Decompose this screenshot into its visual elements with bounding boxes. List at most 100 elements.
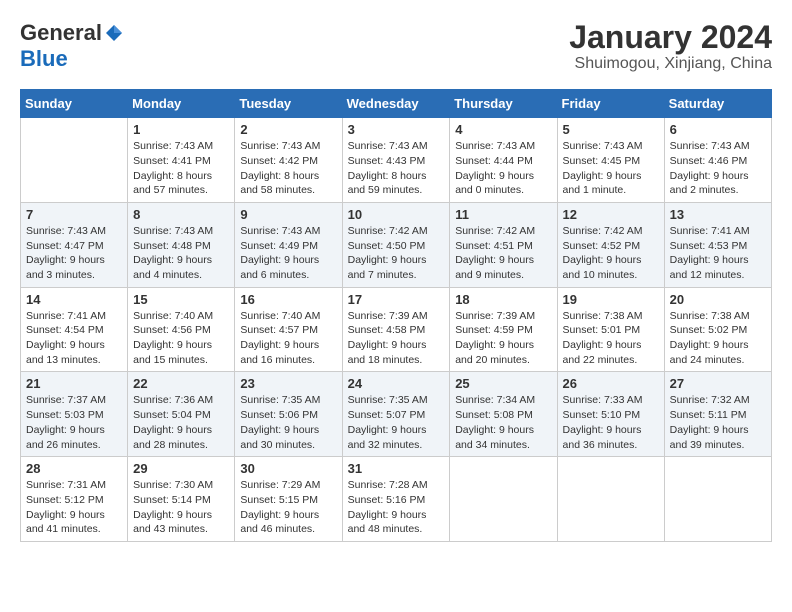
day-of-week-header: Saturday <box>664 90 771 118</box>
location-subtitle: Shuimogou, Xinjiang, China <box>569 55 772 73</box>
day-number: 17 <box>348 292 445 307</box>
calendar-cell: 12Sunrise: 7:42 AMSunset: 4:52 PMDayligh… <box>557 202 664 287</box>
day-info: Sunrise: 7:43 AMSunset: 4:48 PMDaylight:… <box>133 224 229 283</box>
calendar-header-row: SundayMondayTuesdayWednesdayThursdayFrid… <box>21 90 772 118</box>
day-number: 13 <box>670 207 766 222</box>
day-number: 27 <box>670 376 766 391</box>
calendar-cell: 9Sunrise: 7:43 AMSunset: 4:49 PMDaylight… <box>235 202 342 287</box>
month-year-title: January 2024 <box>569 20 772 55</box>
day-number: 5 <box>563 122 659 137</box>
calendar-cell: 21 Sunrise: 7:37 AMSunset: 5:03 PMDayligh… <box>21 372 128 457</box>
calendar-cell: 22Sunrise: 7:36 AMSunset: 5:04 PMDayligh… <box>128 372 235 457</box>
day-info: Sunrise: 7:41 AMSunset: 4:53 PMDaylight:… <box>670 224 766 283</box>
day-number: 4 <box>455 122 551 137</box>
logo: General Blue <box>20 20 124 72</box>
day-number: 15 <box>133 292 229 307</box>
day-number: 30 <box>240 461 336 476</box>
day-info: Sunrise: 7:38 AMSunset: 5:02 PMDaylight:… <box>670 309 766 368</box>
calendar-cell: 7Sunrise: 7:43 AMSunset: 4:47 PMDaylight… <box>21 202 128 287</box>
calendar-week-row: 21 Sunrise: 7:37 AMSunset: 5:03 PMDayligh… <box>21 372 772 457</box>
calendar-table: SundayMondayTuesdayWednesdayThursdayFrid… <box>20 89 772 542</box>
day-of-week-header: Monday <box>128 90 235 118</box>
day-info: Sunrise: 7:38 AMSunset: 5:01 PMDaylight:… <box>563 309 659 368</box>
calendar-cell: 18 Sunrise: 7:39 AMSunset: 4:59 PMDayligh… <box>450 287 557 372</box>
calendar-cell: 13 Sunrise: 7:41 AMSunset: 4:53 PMDayligh… <box>664 202 771 287</box>
calendar-cell: 25 Sunrise: 7:34 AMSunset: 5:08 PMDayligh… <box>450 372 557 457</box>
logo-general-text: General <box>20 20 102 46</box>
calendar-cell: 26Sunrise: 7:33 AMSunset: 5:10 PMDayligh… <box>557 372 664 457</box>
day-info: Sunrise: 7:43 AMSunset: 4:42 PMDaylight:… <box>240 139 336 198</box>
day-number: 31 <box>348 461 445 476</box>
day-info: Sunrise: 7:31 AMSunset: 5:12 PMDaylight:… <box>26 478 122 537</box>
calendar-cell: 2 Sunrise: 7:43 AMSunset: 4:42 PMDaylight… <box>235 118 342 203</box>
day-number: 10 <box>348 207 445 222</box>
day-of-week-header: Wednesday <box>342 90 450 118</box>
day-number: 21 <box>26 376 122 391</box>
day-info: Sunrise: 7:28 AMSunset: 5:16 PMDaylight:… <box>348 478 445 537</box>
day-info: Sunrise: 7:43 AMSunset: 4:47 PMDaylight:… <box>26 224 122 283</box>
day-info: Sunrise: 7:35 AMSunset: 5:06 PMDaylight:… <box>240 393 336 452</box>
calendar-week-row: 14Sunrise: 7:41 AMSunset: 4:54 PMDayligh… <box>21 287 772 372</box>
logo-icon <box>104 23 124 43</box>
calendar-week-row: 7Sunrise: 7:43 AMSunset: 4:47 PMDaylight… <box>21 202 772 287</box>
day-info: Sunrise: 7:32 AMSunset: 5:11 PMDaylight:… <box>670 393 766 452</box>
day-number: 19 <box>563 292 659 307</box>
day-of-week-header: Thursday <box>450 90 557 118</box>
day-info: Sunrise: 7:39 AMSunset: 4:59 PMDaylight:… <box>455 309 551 368</box>
day-number: 28 <box>26 461 122 476</box>
calendar-cell: 30Sunrise: 7:29 AMSunset: 5:15 PMDayligh… <box>235 457 342 542</box>
day-info: Sunrise: 7:43 AMSunset: 4:45 PMDaylight:… <box>563 139 659 198</box>
calendar-cell <box>557 457 664 542</box>
day-info: Sunrise: 7:42 AMSunset: 4:52 PMDaylight:… <box>563 224 659 283</box>
day-info: Sunrise: 7:34 AMSunset: 5:08 PMDaylight:… <box>455 393 551 452</box>
day-number: 22 <box>133 376 229 391</box>
day-info: Sunrise: 7:42 AMSunset: 4:51 PMDaylight:… <box>455 224 551 283</box>
day-of-week-header: Friday <box>557 90 664 118</box>
calendar-cell <box>21 118 128 203</box>
calendar-cell: 23 Sunrise: 7:35 AMSunset: 5:06 PMDayligh… <box>235 372 342 457</box>
day-number: 16 <box>240 292 336 307</box>
day-info: Sunrise: 7:42 AMSunset: 4:50 PMDaylight:… <box>348 224 445 283</box>
day-number: 23 <box>240 376 336 391</box>
calendar-cell: 17 Sunrise: 7:39 AMSunset: 4:58 PMDayligh… <box>342 287 450 372</box>
day-info: Sunrise: 7:43 AMSunset: 4:44 PMDaylight:… <box>455 139 551 198</box>
day-info: Sunrise: 7:40 AMSunset: 4:56 PMDaylight:… <box>133 309 229 368</box>
day-number: 2 <box>240 122 336 137</box>
calendar-cell: 19 Sunrise: 7:38 AMSunset: 5:01 PMDayligh… <box>557 287 664 372</box>
calendar-cell: 8 Sunrise: 7:43 AMSunset: 4:48 PMDaylight… <box>128 202 235 287</box>
calendar-cell: 16 Sunrise: 7:40 AMSunset: 4:57 PMDayligh… <box>235 287 342 372</box>
day-number: 25 <box>455 376 551 391</box>
day-info: Sunrise: 7:33 AMSunset: 5:10 PMDaylight:… <box>563 393 659 452</box>
day-number: 3 <box>348 122 445 137</box>
calendar-cell <box>664 457 771 542</box>
day-number: 6 <box>670 122 766 137</box>
calendar-cell: 20 Sunrise: 7:38 AMSunset: 5:02 PMDayligh… <box>664 287 771 372</box>
day-info: Sunrise: 7:37 AMSunset: 5:03 PMDaylight:… <box>26 393 122 452</box>
calendar-week-row: 28 Sunrise: 7:31 AMSunset: 5:12 PMDayligh… <box>21 457 772 542</box>
day-number: 18 <box>455 292 551 307</box>
day-info: Sunrise: 7:30 AMSunset: 5:14 PMDaylight:… <box>133 478 229 537</box>
calendar-cell: 4 Sunrise: 7:43 AMSunset: 4:44 PMDaylight… <box>450 118 557 203</box>
day-number: 20 <box>670 292 766 307</box>
day-info: Sunrise: 7:39 AMSunset: 4:58 PMDaylight:… <box>348 309 445 368</box>
day-info: Sunrise: 7:40 AMSunset: 4:57 PMDaylight:… <box>240 309 336 368</box>
day-number: 8 <box>133 207 229 222</box>
calendar-cell: 29 Sunrise: 7:30 AMSunset: 5:14 PMDayligh… <box>128 457 235 542</box>
calendar-cell: 11 Sunrise: 7:42 AMSunset: 4:51 PMDayligh… <box>450 202 557 287</box>
calendar-cell <box>450 457 557 542</box>
day-info: Sunrise: 7:43 AMSunset: 4:41 PMDaylight:… <box>133 139 229 198</box>
calendar-cell: 27 Sunrise: 7:32 AMSunset: 5:11 PMDayligh… <box>664 372 771 457</box>
calendar-cell: 10 Sunrise: 7:42 AMSunset: 4:50 PMDayligh… <box>342 202 450 287</box>
day-number: 11 <box>455 207 551 222</box>
calendar-cell: 28 Sunrise: 7:31 AMSunset: 5:12 PMDayligh… <box>21 457 128 542</box>
logo-blue-text: Blue <box>20 46 68 72</box>
day-number: 14 <box>26 292 122 307</box>
day-number: 29 <box>133 461 229 476</box>
day-info: Sunrise: 7:43 AMSunset: 4:46 PMDaylight:… <box>670 139 766 198</box>
page-header: General Blue January 2024 Shuimogou, Xin… <box>20 20 772 73</box>
day-info: Sunrise: 7:43 AMSunset: 4:43 PMDaylight:… <box>348 139 445 198</box>
calendar-week-row: 1Sunrise: 7:43 AMSunset: 4:41 PMDaylight… <box>21 118 772 203</box>
calendar-cell: 5 Sunrise: 7:43 AMSunset: 4:45 PMDaylight… <box>557 118 664 203</box>
title-block: January 2024 Shuimogou, Xinjiang, China <box>569 20 772 73</box>
day-of-week-header: Sunday <box>21 90 128 118</box>
